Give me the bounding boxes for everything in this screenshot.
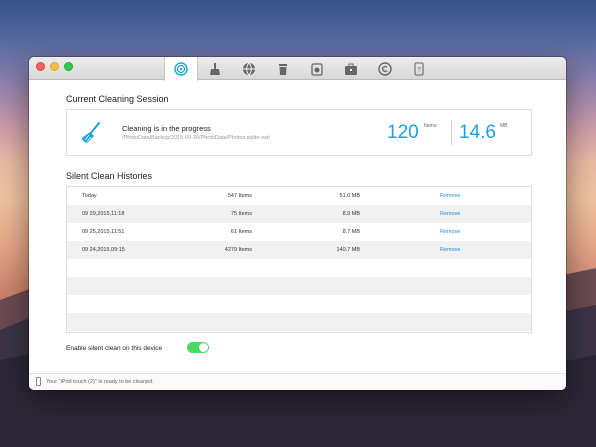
- trash-icon: [279, 63, 287, 75]
- speed-clean-icon: [174, 62, 188, 76]
- copyright-icon: [378, 61, 392, 76]
- items-unit: Items: [424, 123, 437, 129]
- stat-divider: [451, 120, 452, 145]
- broom-icon: [210, 62, 220, 75]
- history-items: 4279 Items: [224, 247, 252, 253]
- empty-row: [67, 313, 531, 331]
- device-help-icon: ?: [414, 61, 424, 76]
- cleaning-status: Cleaning is in the progress: [122, 124, 211, 133]
- history-size: 51.0 MB: [339, 193, 360, 199]
- silent-clean-toggle[interactable]: [187, 342, 209, 353]
- remove-link[interactable]: Remove: [440, 211, 460, 217]
- toolbar: ?: [164, 57, 436, 81]
- table-row: 09 25,2015,11:51 61 Items 8.7 MB Remove: [67, 223, 531, 241]
- tool-internet[interactable]: [232, 57, 266, 80]
- history-date: Today: [82, 193, 97, 199]
- empty-row: [67, 259, 531, 277]
- globe-icon: [243, 62, 255, 75]
- cleaning-path: /PhotoData/Backup/2015-09-30/PhotoData/P…: [122, 135, 270, 141]
- svg-text:?: ?: [417, 66, 421, 73]
- status-text: Your "iPod touch (2)" is ready to be cle…: [46, 379, 154, 385]
- histories-table: Today 547 Items 51.0 MB Remove 09 29,201…: [66, 186, 532, 333]
- table-row: Today 547 Items 51.0 MB Remove: [67, 187, 531, 205]
- remove-link[interactable]: Remove: [440, 193, 460, 199]
- toolbox-icon: [345, 63, 357, 75]
- title-bar: ?: [29, 57, 566, 81]
- tool-cleaner[interactable]: [198, 57, 232, 80]
- history-size: 8.7 MB: [342, 229, 360, 235]
- history-size: 8.9 MB: [342, 211, 360, 217]
- history-size: 140.7 MB: [336, 247, 360, 253]
- items-count: 120: [387, 122, 419, 143]
- size-value: 14.6: [459, 122, 496, 143]
- broom-icon: [82, 122, 100, 143]
- history-date: 09 24,2015,09:15: [82, 247, 125, 253]
- window-controls: [36, 62, 73, 71]
- size-unit: MB: [500, 123, 508, 129]
- tool-device-help[interactable]: ?: [402, 57, 436, 80]
- close-button[interactable]: [36, 62, 45, 71]
- tool-trash[interactable]: [266, 57, 300, 80]
- tool-toolbox[interactable]: [334, 57, 368, 80]
- archive-icon: [311, 62, 323, 76]
- status-bar: Your "iPod touch (2)" is ready to be cle…: [29, 373, 566, 390]
- zoom-button[interactable]: [64, 62, 73, 71]
- silent-clean-label: Enable silent clean on this device: [66, 345, 163, 352]
- history-items: 75 Items: [230, 211, 252, 217]
- empty-row: [67, 295, 531, 313]
- current-session-panel: Cleaning is in the progress /PhotoData/B…: [66, 109, 532, 156]
- tool-speed-clean[interactable]: [164, 57, 198, 81]
- ipod-icon: [36, 377, 41, 386]
- history-date: 09 29,2015,11:18: [82, 211, 125, 217]
- toggle-knob: [199, 343, 208, 352]
- table-row: 09 24,2015,09:15 4279 Items 140.7 MB Rem…: [67, 241, 531, 259]
- histories-title: Silent Clean Histories: [66, 171, 153, 181]
- history-date: 09 25,2015,11:51: [82, 229, 125, 235]
- history-items: 61 Items: [230, 229, 252, 235]
- current-session-title: Current Cleaning Session: [66, 94, 169, 104]
- remove-link[interactable]: Remove: [440, 247, 460, 253]
- minimize-button[interactable]: [50, 62, 59, 71]
- app-window: ? Current Cleaning Session Cleaning is i…: [29, 57, 566, 390]
- history-items: 547 Items: [227, 193, 252, 199]
- table-row: 09 29,2015,11:18 75 Items 8.9 MB Remove: [67, 205, 531, 223]
- empty-row: [67, 277, 531, 295]
- tool-archive[interactable]: [300, 57, 334, 80]
- tool-copyright[interactable]: [368, 57, 402, 80]
- remove-link[interactable]: Remove: [440, 229, 460, 235]
